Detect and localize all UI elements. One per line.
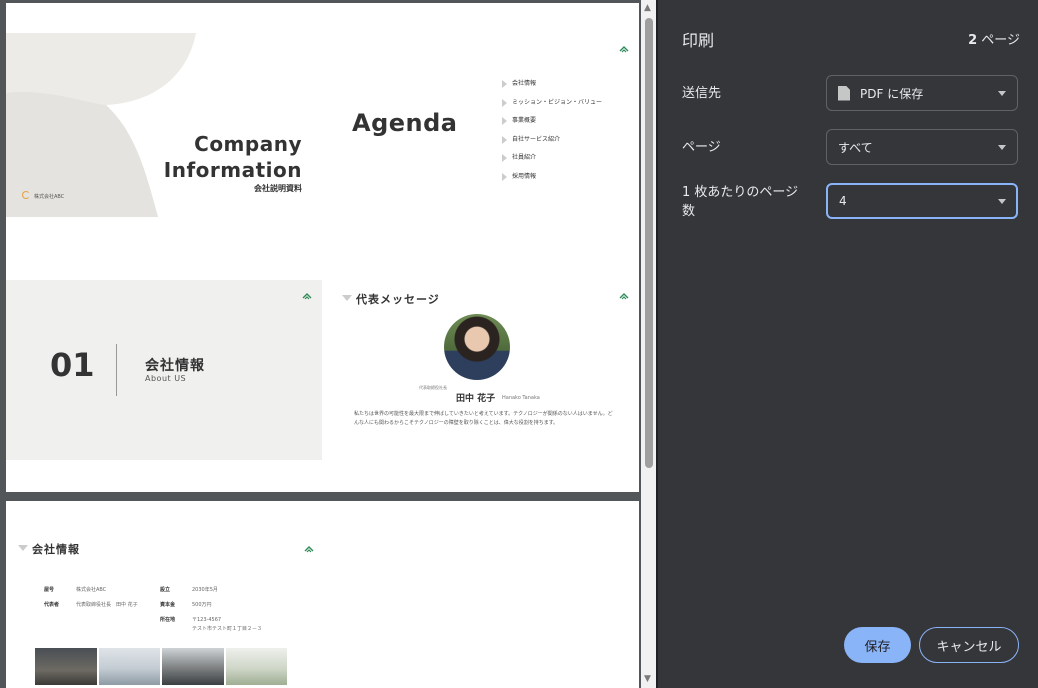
office-photo	[98, 648, 160, 685]
dialog-title: 印刷	[682, 31, 715, 50]
file-icon	[838, 85, 850, 101]
section-subtitle: About US	[145, 374, 187, 383]
agenda-item: 事業概要	[502, 116, 602, 135]
print-dialog: 株式会社ABC Company Information 会社説明資料 Agend…	[0, 0, 1038, 688]
preview-page-1: 株式会社ABC Company Information 会社説明資料 Agend…	[6, 3, 639, 492]
pages-per-sheet-value: 4	[839, 194, 847, 208]
destination-value: PDF に保存	[860, 86, 924, 101]
scrollbar-thumb[interactable]	[645, 18, 653, 468]
office-photos	[35, 648, 287, 685]
section-divider	[116, 344, 117, 396]
representative-message: 私たちは世界の可能性を最大限まで伸ばしていきたいと考えています。テクノロジーが関…	[354, 411, 613, 426]
office-photo	[162, 648, 224, 685]
company-info-heading: 会社情報	[18, 541, 80, 557]
agenda-item: 社員紹介	[502, 153, 602, 172]
pages-per-sheet-select[interactable]: 4	[826, 183, 1018, 219]
save-button[interactable]: 保存	[844, 627, 911, 663]
brand-logo-icon	[619, 292, 629, 300]
pages-per-sheet-label: 1 枚あたりのページ 数	[682, 185, 799, 219]
chevron-down-icon	[998, 91, 1006, 96]
info-row: テスト市テスト町１丁目２－３	[192, 626, 263, 632]
scroll-down-arrow-icon[interactable]: ▼	[644, 674, 651, 684]
slide-section: 01 会社情報 About US	[6, 280, 322, 460]
agenda-title: Agenda	[352, 109, 458, 137]
representative-role: 代表取締役社長	[419, 385, 447, 390]
office-photo	[35, 648, 97, 685]
representative-name-en: Hanako Tanaka	[502, 395, 540, 401]
agenda-item: 自社サービス紹介	[502, 135, 602, 154]
pages-value: すべて	[838, 140, 873, 155]
chevron-down-icon	[998, 145, 1006, 150]
company-logo-icon	[22, 191, 30, 199]
agenda-item: 会社情報	[502, 79, 602, 98]
page-count: 2 ページ	[968, 33, 1020, 48]
cancel-button[interactable]: キャンセル	[919, 627, 1019, 663]
brand-logo-icon	[304, 545, 314, 553]
print-preview[interactable]: 株式会社ABC Company Information 会社説明資料 Agend…	[0, 0, 656, 688]
info-row: 資本金 500万円	[160, 602, 212, 608]
print-settings-panel: 印刷 2 ページ 送信先 PDF に保存 ページ すべて 1 枚あたりのページ …	[656, 0, 1038, 688]
slide-cover: 株式会社ABC Company Information 会社説明資料	[6, 33, 322, 217]
info-row: 代表者 代表取締役社長 田中 花子	[44, 602, 138, 608]
preview-scrollbar[interactable]: ▲ ▼	[641, 0, 656, 688]
destination-label: 送信先	[682, 86, 722, 101]
agenda-item: ミッション・ビジョン・バリュー	[502, 98, 602, 117]
info-row: 設立 2030年5月	[160, 587, 218, 593]
office-photo	[225, 648, 287, 685]
cover-title-line2: Information	[163, 158, 302, 182]
chevron-down-icon	[998, 199, 1006, 204]
slide-message: 代表メッセージ 代表取締役社長 田中 花子 Hanako Tanaka 私たちは…	[322, 280, 639, 460]
cover-company-name: 株式会社ABC	[34, 194, 65, 200]
brand-logo-icon	[619, 45, 629, 53]
info-row: 所在地 〒123-4567	[160, 617, 222, 623]
agenda-list: 会社情報 ミッション・ビジョン・バリュー 事業概要 自社サービス紹介 社員紹介 …	[502, 79, 602, 190]
cover-title: Company Information	[164, 131, 302, 183]
cover-subtitle: 会社説明資料	[254, 184, 302, 193]
agenda-item: 採用情報	[502, 172, 602, 191]
section-title: 会社情報	[145, 358, 205, 374]
slide-company-info: 会社情報 屋号 株式会社ABC 代表者 代表取締役社長 田中 花子 設立 2030年5…	[6, 501, 322, 688]
pages-label: ページ	[682, 140, 721, 155]
brand-logo-icon	[302, 292, 312, 300]
slide-agenda: Agenda 会社情報 ミッション・ビジョン・バリュー 事業概要 自社サービス紹…	[322, 33, 639, 217]
section-number: 01	[50, 346, 95, 384]
message-heading: 代表メッセージ	[342, 291, 440, 307]
representative-name: 田中 花子	[456, 394, 496, 404]
info-row: 屋号 株式会社ABC	[44, 587, 107, 593]
preview-page-2: 会社情報 屋号 株式会社ABC 代表者 代表取締役社長 田中 花子 設立 2030年5…	[6, 501, 639, 688]
representative-photo	[444, 314, 510, 380]
pages-select[interactable]: すべて	[826, 129, 1018, 165]
cover-title-line1: Company	[194, 132, 302, 156]
scroll-up-arrow-icon[interactable]: ▲	[644, 3, 651, 13]
destination-select[interactable]: PDF に保存	[826, 75, 1018, 111]
cover-decoration	[6, 33, 196, 217]
